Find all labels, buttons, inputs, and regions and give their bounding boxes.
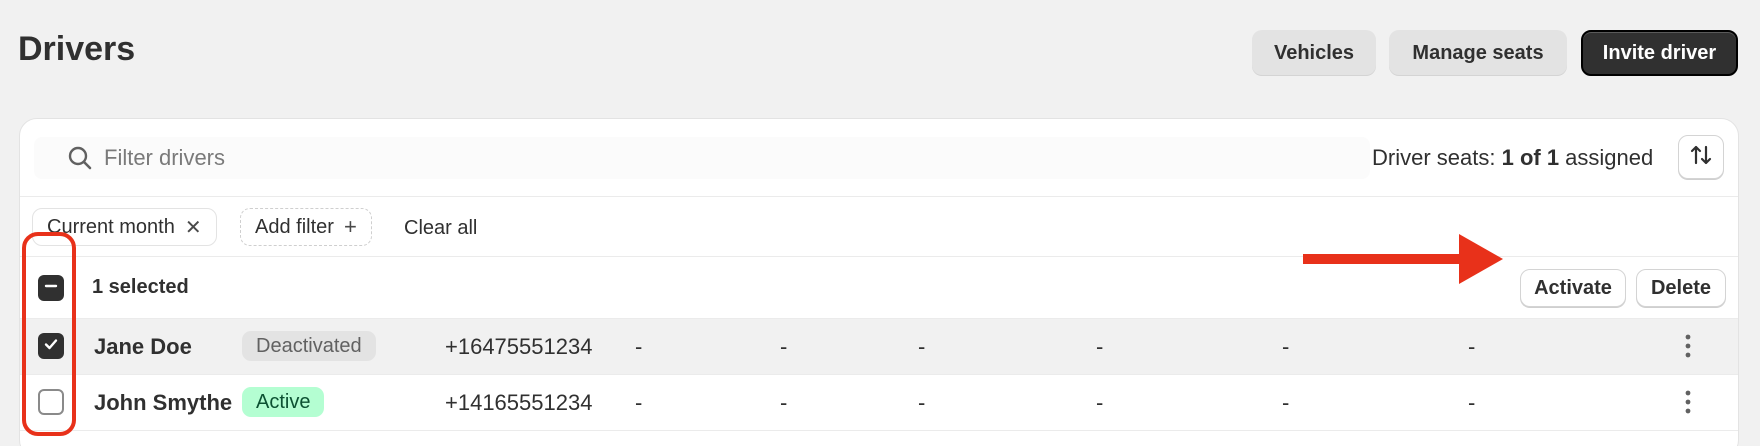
- driver-seats-status: Driver seats: 1 of 1 assigned: [1372, 145, 1653, 171]
- field-value: -: [780, 334, 788, 359]
- selected-count: 1 selected: [92, 276, 189, 298]
- sort-button[interactable]: [1678, 135, 1724, 179]
- seats-suffix: assigned: [1559, 145, 1654, 170]
- search-input[interactable]: Filter drivers: [34, 137, 1370, 179]
- more-actions-icon[interactable]: [1678, 387, 1698, 417]
- field-value: -: [1468, 334, 1476, 359]
- seats-count: 1 of 1: [1501, 145, 1560, 170]
- add-filter-button[interactable]: Add filter +: [240, 208, 372, 246]
- field-value: -: [780, 390, 788, 415]
- field-value: -: [635, 334, 643, 359]
- driver-name: Jane Doe: [94, 334, 192, 359]
- field-value: -: [1468, 390, 1476, 415]
- delete-button[interactable]: Delete: [1636, 269, 1726, 307]
- more-actions-icon[interactable]: [1678, 331, 1698, 361]
- search-placeholder: Filter drivers: [104, 145, 226, 170]
- plus-icon: +: [343, 214, 357, 239]
- close-icon[interactable]: ✕: [185, 215, 202, 240]
- field-value: -: [918, 390, 926, 415]
- status-badge: Deactivated: [242, 331, 376, 361]
- activate-button[interactable]: Activate: [1520, 269, 1626, 307]
- search-row: Filter drivers Driver seats: 1 of 1 assi…: [20, 119, 1738, 197]
- table-row[interactable]: John Smythe Active +14165551234 - - - - …: [20, 375, 1738, 431]
- seats-prefix: Driver seats:: [1372, 145, 1502, 170]
- field-value: -: [635, 390, 643, 415]
- table-row[interactable]: Jane Doe Deactivated +16475551234 - - - …: [20, 319, 1738, 375]
- field-value: -: [1096, 390, 1104, 415]
- field-value: -: [1096, 334, 1104, 359]
- field-value: -: [918, 334, 926, 359]
- manage-seats-button[interactable]: Manage seats: [1389, 30, 1567, 76]
- add-filter-label: Add filter: [255, 215, 334, 238]
- vehicles-button[interactable]: Vehicles: [1252, 30, 1376, 76]
- sort-arrows-icon: [1688, 142, 1714, 173]
- annotation-arrow-icon: [1303, 234, 1503, 284]
- driver-phone: +16475551234: [445, 334, 593, 359]
- field-value: -: [1282, 334, 1290, 359]
- clear-all-button[interactable]: Clear all: [404, 217, 477, 240]
- field-value: -: [1282, 390, 1290, 415]
- invite-driver-button[interactable]: Invite driver: [1581, 30, 1738, 76]
- annotation-checkbox-highlight: [22, 232, 76, 436]
- page-title: Drivers: [18, 30, 136, 68]
- driver-phone: +14165551234: [445, 390, 593, 415]
- search-icon: [66, 144, 94, 172]
- driver-name: John Smythe: [94, 390, 233, 415]
- status-badge: Active: [242, 387, 325, 417]
